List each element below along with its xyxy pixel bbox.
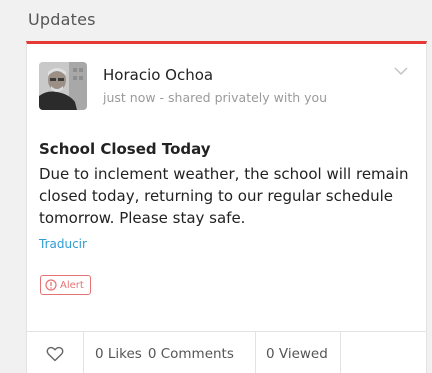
alert-tag-label: Alert [60, 279, 84, 291]
comments-count[interactable]: 0 Comments [148, 346, 234, 362]
like-button[interactable] [27, 332, 84, 373]
alert-icon [45, 279, 57, 291]
post-title: School Closed Today [39, 140, 211, 158]
update-card: Horacio Ochoa just now - shared privatel… [26, 41, 427, 373]
likes-count[interactable]: 0 Likes [95, 346, 142, 362]
post-body: Due to inclement weather, the school wil… [39, 165, 409, 227]
heart-icon [46, 346, 64, 362]
updates-panel: Updates Horacio Ochoa just now - shared … [0, 0, 432, 373]
action-bar: 0 Likes 0 Comments 0 Viewed [27, 331, 426, 373]
alert-tag: Alert [40, 275, 91, 295]
chevron-down-icon[interactable] [394, 66, 408, 76]
translate-link[interactable]: Traducir [39, 237, 87, 251]
section-title: Updates [28, 10, 96, 29]
avatar-photo [39, 62, 87, 110]
engagement-stats: 0 Likes 0 Comments [84, 332, 256, 373]
viewed-count[interactable]: 0 Viewed [256, 332, 341, 373]
post-meta: just now - shared privately with you [103, 90, 328, 105]
avatar[interactable] [39, 62, 87, 110]
author-name[interactable]: Horacio Ochoa [103, 66, 213, 84]
